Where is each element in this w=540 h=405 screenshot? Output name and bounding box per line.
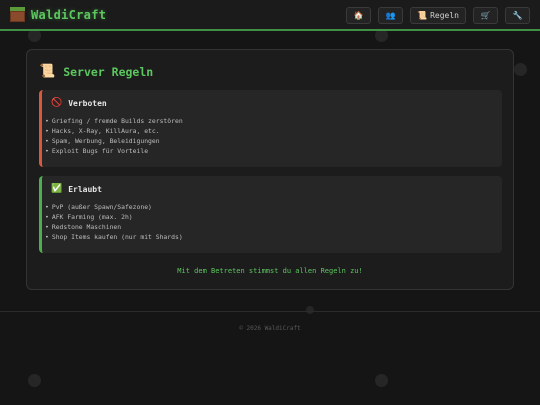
allowed-header: ✅ Erlaubt — [51, 184, 494, 194]
rules-card: 📜 Server Regeln 🚫 Verboten • Griefing / f… — [26, 49, 514, 290]
list-item: • Exploit Bugs für Vorteile — [45, 147, 149, 155]
nav-players-button[interactable]: 👥 — [378, 7, 404, 24]
nav-rules-button[interactable]: 📜 Regeln — [410, 7, 466, 24]
brand-logo[interactable]: WaldiCraft — [10, 7, 106, 22]
forbidden-header: 🚫 Verboten — [51, 98, 494, 108]
list-item: • PvP (außer Spawn/Safezone) — [45, 203, 152, 211]
allowed-heading: Erlaubt — [68, 184, 102, 194]
wrench-icon: 🔧 — [512, 11, 523, 20]
list-item: • Hacks, X-Ray, KillAura, etc. — [45, 127, 160, 135]
prohibited-icon: 🚫 — [51, 98, 63, 108]
footer-divider — [0, 311, 540, 312]
decor-dot — [28, 374, 41, 387]
scroll-icon: 📜 — [39, 64, 56, 79]
list-item: • Griefing / fremde Builds zerstören — [45, 117, 183, 125]
forbidden-heading: Verboten — [68, 98, 107, 108]
list-item: • Spam, Werbung, Beleidigungen — [45, 137, 160, 145]
forbidden-list: • Griefing / fremde Builds zerstören • Hac… — [45, 116, 494, 156]
list-item: • Shop Items kaufen (nur mit Shards) — [45, 233, 183, 241]
nav-home-button[interactable]: 🏠 — [346, 7, 372, 24]
top-navbar: WaldiCraft 🏠 👥 📜 Regeln 🛒 🔧 — [0, 0, 540, 31]
players-icon: 👥 — [385, 11, 396, 20]
decor-dot — [375, 374, 388, 387]
check-icon: ✅ — [51, 184, 63, 194]
page-title: 📜 Server Regeln — [39, 64, 153, 79]
agreement-notice: Mit dem Betreten stimmst du allen Regeln… — [177, 267, 363, 275]
decor-dot — [514, 63, 527, 76]
forbidden-section: 🚫 Verboten • Griefing / fremde Builds zer… — [39, 90, 502, 167]
decor-dot — [306, 306, 314, 314]
brand-name: WaldiCraft — [31, 7, 107, 22]
scroll-icon: 📜 — [417, 11, 428, 20]
cart-icon: 🛒 — [480, 11, 491, 20]
allowed-list: • PvP (außer Spawn/Safezone) • AFK Farming… — [45, 202, 494, 242]
nav-rules-label: Regeln — [430, 11, 459, 20]
nav-tools-button[interactable]: 🔧 — [505, 7, 530, 24]
main-nav: 🏠 👥 📜 Regeln 🛒 🔧 — [346, 7, 530, 24]
list-item: • AFK Farming (max. 2h) — [45, 213, 133, 221]
footer-copyright: © 2026 WaldiCraft — [239, 325, 301, 332]
grass-block-icon — [10, 7, 25, 22]
home-icon: 🏠 — [353, 11, 364, 20]
allowed-section: ✅ Erlaubt • PvP (außer Spawn/Safezone) • A… — [39, 176, 502, 253]
list-item: • Redstone Maschinen — [45, 223, 122, 231]
page-title-text: Server Regeln — [63, 64, 154, 79]
nav-shop-button[interactable]: 🛒 — [473, 7, 498, 24]
